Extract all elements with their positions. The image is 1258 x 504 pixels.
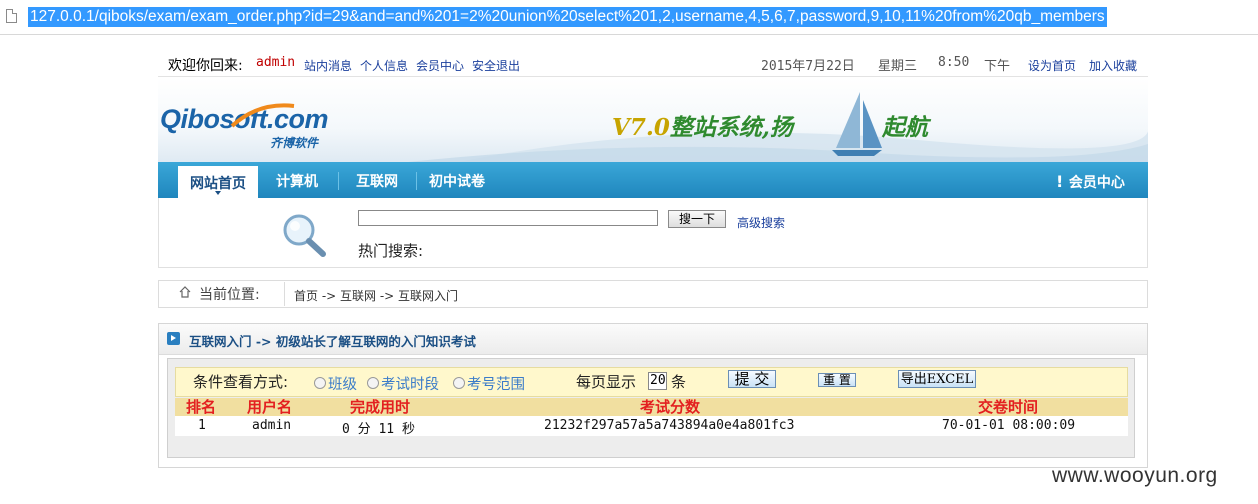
link-member-center[interactable]: 会员中心 — [416, 57, 464, 74]
logo-subtitle: 齐博软件 — [270, 136, 319, 150]
link-add-favorite[interactable]: 加入收藏 — [1089, 57, 1137, 74]
per-page-input[interactable]: 20 — [648, 372, 667, 390]
user-info-bar: 欢迎你回来: admin 站内消息 个人信息 会员中心 安全退出 2015年7月… — [158, 50, 1148, 77]
filter-label: 条件查看方式: — [193, 373, 289, 391]
page-document-icon — [6, 9, 17, 23]
search-button[interactable]: 搜一下 — [668, 210, 726, 228]
advanced-search-link[interactable]: 高级搜索 — [737, 214, 785, 231]
link-personal-info[interactable]: 个人信息 — [360, 57, 408, 74]
active-indicator-icon — [215, 191, 221, 195]
col-rank: 排名 — [186, 398, 217, 416]
col-username: 用户名 — [247, 398, 293, 416]
slogan-text-a: 整站系统,扬 — [669, 114, 793, 141]
nav-item-computer[interactable]: 计算机 — [276, 162, 318, 198]
nav-divider — [338, 172, 339, 190]
site-banner: Qibosoft.com 齐博软件 V7.0整站系统,扬 起航 — [158, 78, 1148, 162]
breadcrumb-divider — [284, 282, 285, 306]
current-weekday: 星期三 — [878, 59, 918, 74]
watermark-text: www.wooyun.org — [1052, 464, 1218, 487]
radio-exam-period-label: 考试时段 — [381, 377, 439, 393]
cell-rank: 1 — [198, 418, 206, 433]
cell-submit-time: 70-01-01 08:00:09 — [942, 418, 1076, 433]
current-date: 2015年7月22日 — [761, 59, 855, 74]
banner-slogan-part1: V7.0整站系统,扬 — [612, 108, 793, 142]
welcome-text: 欢迎你回来: — [168, 58, 243, 74]
sailboat-icon — [832, 92, 882, 156]
nav-member-center[interactable]: ! 会员中心 — [1056, 162, 1125, 198]
panel-arrow-icon — [167, 332, 180, 345]
radio-button-icon[interactable] — [367, 377, 379, 389]
radio-button-icon[interactable] — [453, 377, 465, 389]
nav-item-home[interactable]: 网站首页 — [178, 166, 258, 198]
per-page-label: 每页显示 — [576, 373, 637, 391]
username-text: admin — [256, 55, 296, 70]
radio-button-icon[interactable] — [314, 377, 326, 389]
col-score: 考试分数 — [640, 398, 701, 416]
hot-search-label: 热门搜索: — [358, 242, 424, 260]
nav-divider — [416, 172, 417, 190]
nav-member-label: 会员中心 — [1068, 175, 1125, 191]
cell-score: 21232f297a57a5a743894a0e4a801fc3 — [544, 418, 795, 433]
current-time: 8:50 — [938, 55, 970, 70]
link-logout[interactable]: 安全退出 — [472, 57, 520, 74]
link-set-homepage[interactable]: 设为首页 — [1028, 57, 1076, 74]
nav-item-internet[interactable]: 互联网 — [356, 162, 398, 198]
radio-exam-period[interactable]: 考试时段 — [367, 373, 439, 394]
col-duration: 完成用时 — [350, 398, 411, 416]
url-text-selected[interactable]: 127.0.0.1/qiboks/exam/exam_order.php?id=… — [28, 7, 1107, 27]
nav-home-label: 网站首页 — [190, 176, 246, 192]
banner-slogan-part2: 起航 — [882, 114, 928, 141]
cell-duration: 0 分 11 秒 — [342, 422, 415, 437]
cell-username: admin — [252, 418, 292, 433]
magnifier-icon — [283, 214, 326, 257]
link-site-messages[interactable]: 站内消息 — [304, 57, 352, 74]
search-input[interactable] — [358, 210, 658, 226]
submit-button[interactable]: 提 交 — [728, 370, 776, 388]
reset-button[interactable]: 重 置 — [818, 373, 856, 387]
radio-class-label: 班级 — [328, 377, 357, 393]
exclamation-icon: ! — [1056, 172, 1069, 191]
nav-item-junior-exams[interactable]: 初中试卷 — [429, 162, 485, 198]
main-nav-bar: 网站首页 计算机 互联网 初中试卷 ! 会员中心 — [158, 162, 1148, 198]
export-excel-button[interactable]: 导出EXCEL — [898, 370, 976, 388]
logo-swoosh-icon — [230, 103, 295, 128]
radio-exam-number-range[interactable]: 考号范围 — [453, 373, 525, 394]
panel-title: 互联网入门 -> 初级站长了解互联网的入门知识考试 — [189, 334, 476, 349]
home-icon — [179, 286, 191, 298]
radio-class[interactable]: 班级 — [314, 373, 357, 394]
col-submit-time: 交卷时间 — [978, 398, 1039, 416]
slogan-version: V7.0 — [612, 114, 670, 141]
breadcrumb-path[interactable]: 首页 -> 互联网 -> 互联网入门 — [294, 287, 458, 304]
radio-exam-number-label: 考号范围 — [467, 377, 525, 393]
breadcrumb-label: 当前位置: — [199, 287, 260, 303]
current-ampm: 下午 — [984, 59, 1011, 74]
per-page-unit: 条 — [671, 373, 687, 391]
